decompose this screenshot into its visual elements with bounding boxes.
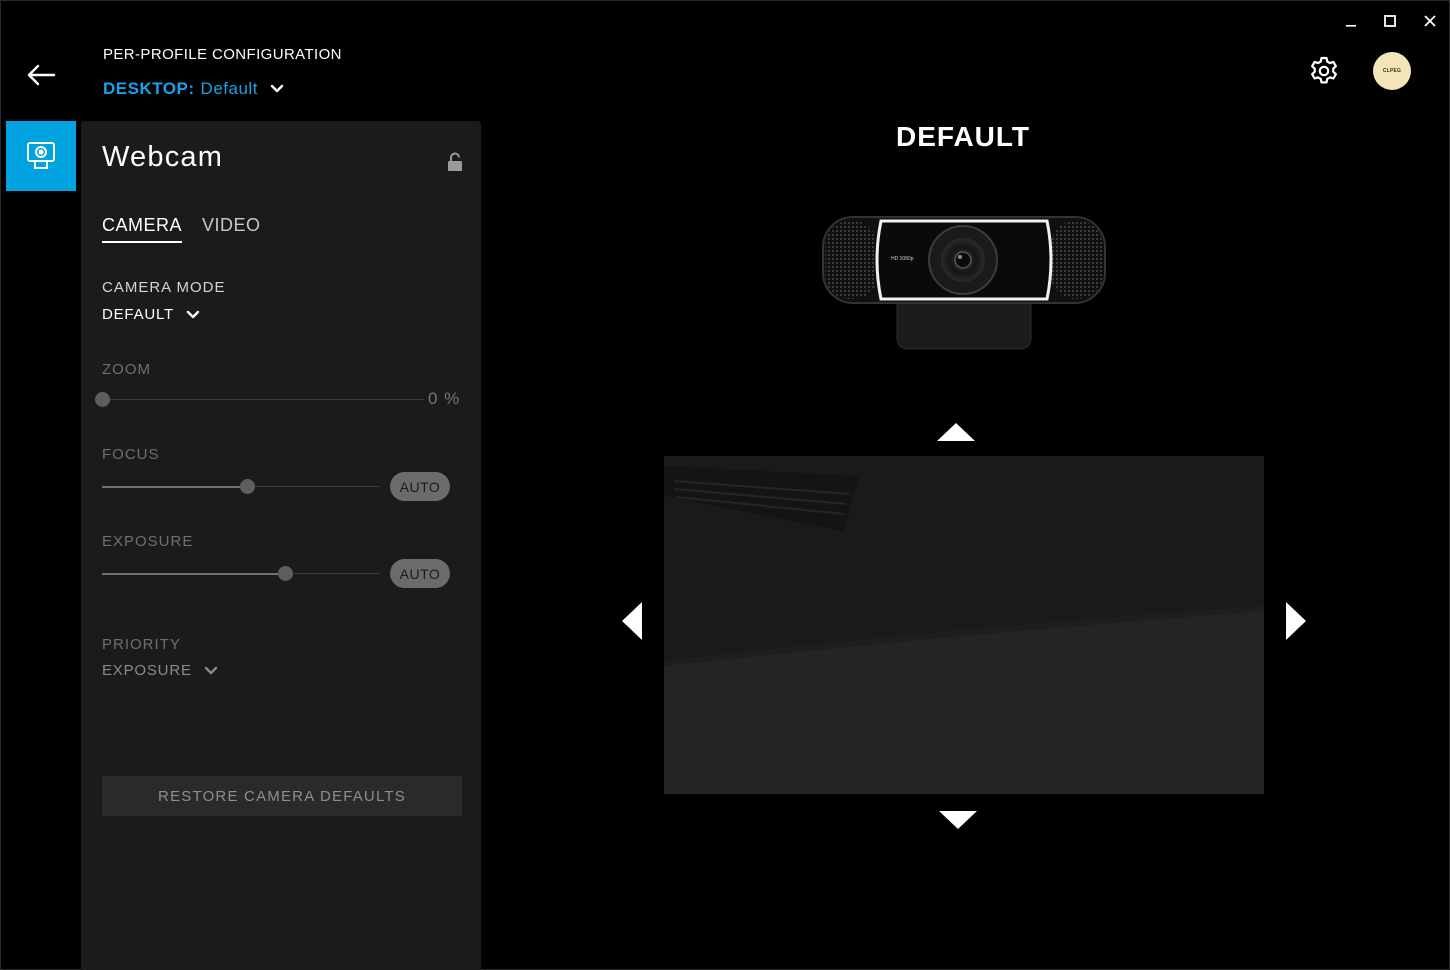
webcam-icon	[27, 142, 55, 169]
exposure-slider-handle[interactable]	[278, 566, 294, 581]
maximize-button[interactable]	[1373, 9, 1407, 33]
pan-down-button[interactable]	[937, 809, 979, 831]
priority-dropdown[interactable]: EXPOSURE	[102, 662, 218, 679]
app-window: PER-PROFILE CONFIGURATION DESKTOP: Defau…	[0, 0, 1450, 970]
pan-right-button[interactable]	[1284, 600, 1308, 642]
focus-slider[interactable]	[102, 479, 380, 495]
tab-camera[interactable]: CAMERA	[102, 215, 183, 243]
preview-title: DEFAULT	[895, 121, 1031, 152]
panel-title: Webcam	[102, 141, 224, 173]
chevron-down-icon	[186, 310, 200, 320]
zoom-value: 0 %	[428, 389, 461, 408]
zoom-label: ZOOM	[102, 361, 151, 378]
triangle-left-icon	[622, 602, 642, 640]
camera-mode-value: DEFAULT	[102, 306, 175, 323]
camera-mode-label: CAMERA MODE	[102, 279, 226, 296]
zoom-slider[interactable]	[95, 392, 424, 408]
settings-button[interactable]	[1306, 53, 1342, 89]
pan-left-button[interactable]	[620, 600, 644, 642]
camera-mode-dropdown[interactable]: DEFAULT	[102, 306, 200, 323]
exposure-label: EXPOSURE	[102, 533, 194, 550]
avatar[interactable]: CLPEG	[1373, 52, 1411, 90]
triangle-up-icon	[937, 423, 975, 441]
exposure-slider-fill	[102, 573, 286, 575]
zoom-slider-handle[interactable]	[95, 392, 110, 407]
panel-tabs: CAMERA VIDEO	[102, 215, 261, 243]
close-button[interactable]	[1413, 9, 1447, 33]
priority-value: EXPOSURE	[102, 662, 192, 679]
webcam-product-image: HD 1080p	[819, 213, 1109, 353]
triangle-down-icon	[939, 811, 977, 829]
focus-label: FOCUS	[102, 446, 160, 463]
focus-auto-button[interactable]: AUTO	[390, 472, 450, 501]
focus-slider-fill	[102, 486, 247, 488]
unlock-icon[interactable]	[445, 151, 465, 173]
minimize-icon	[1346, 25, 1356, 27]
page-subtitle: PER-PROFILE CONFIGURATION	[103, 46, 342, 63]
focus-slider-handle[interactable]	[239, 479, 255, 494]
zoom-slider-track	[102, 399, 424, 400]
camera-preview	[664, 456, 1264, 794]
back-button[interactable]	[23, 59, 59, 91]
minimize-button[interactable]	[1334, 9, 1368, 33]
gear-icon	[1311, 56, 1337, 84]
maximize-icon	[1384, 15, 1396, 27]
triangle-right-icon	[1286, 602, 1306, 640]
webcam-badge: HD 1080p	[891, 256, 914, 262]
chevron-down-icon	[204, 666, 218, 676]
profile-selector[interactable]: DESKTOP: Default	[103, 79, 284, 99]
arrow-left-icon	[27, 64, 56, 86]
exposure-slider[interactable]	[102, 566, 380, 582]
restore-defaults-button[interactable]: RESTORE CAMERA DEFAULTS	[102, 776, 462, 816]
profile-prefix: DESKTOP:	[103, 79, 195, 98]
profile-name: Default	[200, 79, 258, 98]
close-icon	[1424, 15, 1436, 27]
tab-video[interactable]: VIDEO	[202, 215, 261, 243]
settings-panel: Webcam CAMERA VIDEO CAMERA MODE DEFAULT …	[81, 121, 481, 970]
exposure-auto-button[interactable]: AUTO	[390, 559, 450, 588]
chevron-down-icon	[270, 84, 284, 94]
device-tab-webcam[interactable]	[6, 121, 76, 191]
priority-label: PRIORITY	[102, 636, 181, 653]
pan-up-button[interactable]	[935, 421, 977, 443]
